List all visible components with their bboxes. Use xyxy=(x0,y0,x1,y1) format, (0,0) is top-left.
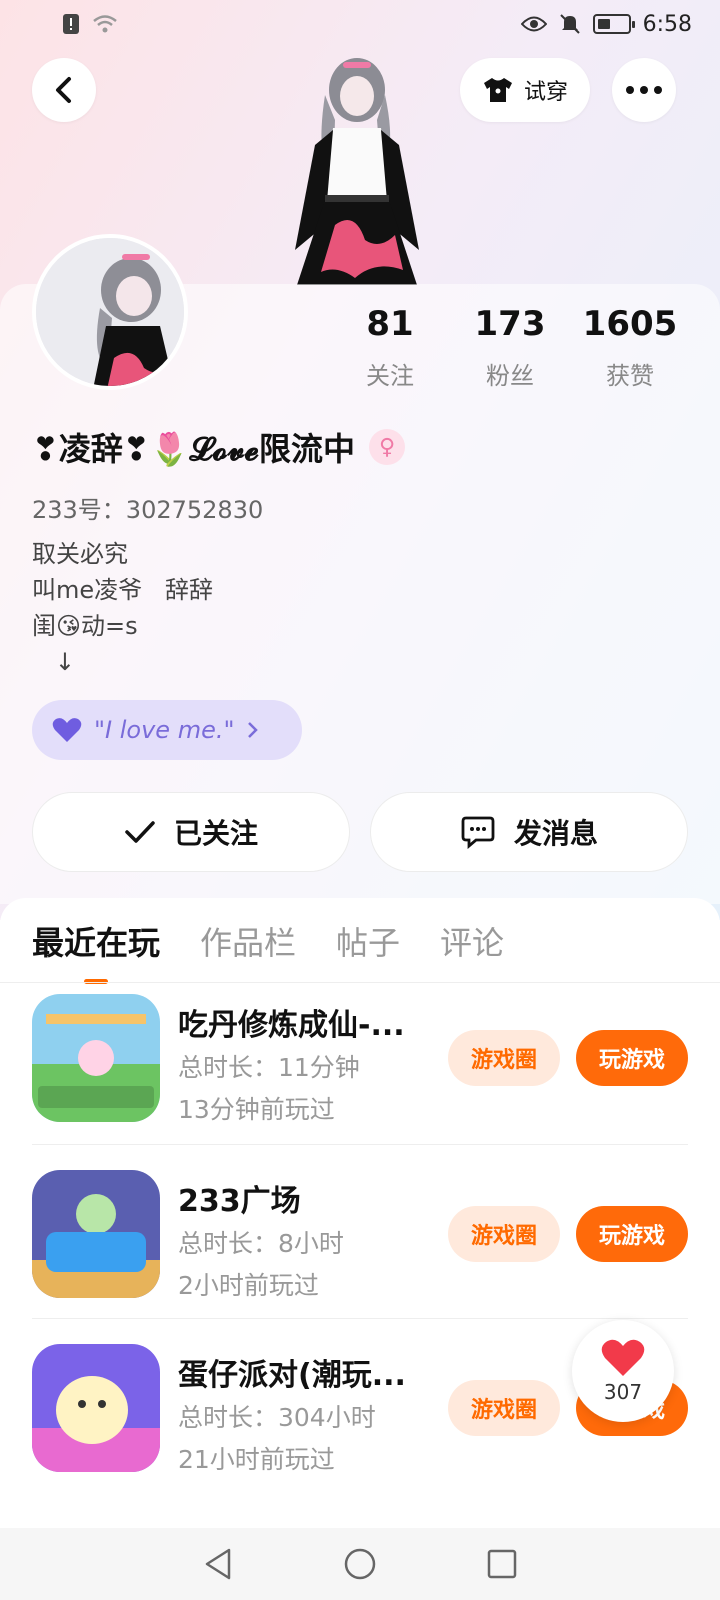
bio-line: ↓ xyxy=(32,648,75,676)
chevron-right-icon xyxy=(247,722,258,738)
heart-icon xyxy=(601,1339,645,1376)
nav-back-icon[interactable] xyxy=(203,1547,233,1581)
stat-value: 1605 xyxy=(582,304,678,344)
send-message-label: 发消息 xyxy=(513,817,598,850)
stat-label: 关注 xyxy=(366,362,414,390)
signature-text: "I love me." xyxy=(94,716,235,744)
status-bar: 6:58 xyxy=(0,0,720,48)
chevron-left-icon xyxy=(56,77,71,103)
tab-posts[interactable]: 帖子 xyxy=(336,918,400,984)
try-on-label: 试穿 xyxy=(524,80,569,105)
game-circle-button[interactable]: 游戏圈 xyxy=(448,1380,560,1436)
try-on-button[interactable]: 试穿 xyxy=(460,58,591,122)
list-item[interactable]: 吃丹修炼成仙-... 总时长：11分钟 13分钟前玩过 游戏圈 玩游戏 xyxy=(32,994,688,1144)
profile-tabs: 最近在玩 作品栏 帖子 评论 xyxy=(32,918,504,984)
heart-icon xyxy=(52,718,82,742)
tab-label: 最近在玩 xyxy=(32,924,161,962)
tab-divider xyxy=(0,982,720,983)
row-divider xyxy=(32,1318,688,1319)
stat-followers[interactable]: 173 粉丝 xyxy=(450,304,570,391)
game-duration: 总时长：11分钟 xyxy=(178,1053,360,1082)
play-game-button[interactable]: 玩游戏 xyxy=(576,1206,688,1262)
game-duration: 总时长：304小时 xyxy=(178,1403,376,1432)
game-icon xyxy=(32,1344,160,1472)
stat-value: 81 xyxy=(366,304,414,344)
row-divider xyxy=(32,1144,688,1145)
bio-line: 取关必究 xyxy=(32,540,128,568)
profile-stats: 81 关注 173 粉丝 1605 获赞 xyxy=(330,304,690,391)
back-button[interactable] xyxy=(32,58,96,122)
nickname: ❣凌辞❣🌷𝓛𝓸𝓿𝓮限流中 xyxy=(32,430,356,468)
alert-icon xyxy=(62,13,80,35)
chat-bubble-icon xyxy=(461,816,495,849)
game-title: 蛋仔派对(潮玩... xyxy=(178,1358,406,1393)
stat-value: 173 xyxy=(474,304,546,344)
mute-notification-icon xyxy=(559,13,581,35)
more-dots-icon xyxy=(626,86,662,94)
game-title: 233广场 xyxy=(178,1184,301,1219)
game-icon xyxy=(32,994,160,1122)
stat-likes[interactable]: 1605 获赞 xyxy=(570,304,690,391)
profile-nickname-row: ❣凌辞❣🌷𝓛𝓸𝓿𝓮限流中 ♀ xyxy=(32,424,406,470)
system-navigation-bar xyxy=(0,1528,720,1600)
user-id: 233号：302752830 xyxy=(32,496,264,524)
avatar[interactable] xyxy=(32,234,188,390)
bio-line: 闺😘动=s xyxy=(32,612,138,640)
stat-following[interactable]: 81 关注 xyxy=(330,304,450,391)
like-floating-button[interactable]: 307 xyxy=(572,1320,674,1422)
nav-recents-icon[interactable] xyxy=(487,1549,517,1579)
game-icon xyxy=(32,1170,160,1298)
game-duration: 总时长：8小时 xyxy=(178,1229,344,1258)
followed-label: 已关注 xyxy=(173,817,258,850)
like-count: 307 xyxy=(603,1380,643,1404)
game-circle-button[interactable]: 游戏圈 xyxy=(448,1206,560,1262)
game-last-played: 2小时前玩过 xyxy=(178,1271,319,1300)
bio-line: 叫me凌爷 辞辞 xyxy=(32,576,214,604)
tab-label: 评论 xyxy=(440,924,505,962)
female-gender-icon: ♀ xyxy=(369,429,406,465)
send-message-button[interactable]: 发消息 xyxy=(370,792,688,872)
game-last-played: 21小时前玩过 xyxy=(178,1445,335,1474)
avatar-character-figure xyxy=(285,50,435,285)
list-item[interactable]: 233广场 总时长：8小时 2小时前玩过 游戏圈 玩游戏 xyxy=(32,1170,688,1320)
signature-tag[interactable]: "I love me." xyxy=(32,700,302,760)
tab-label: 帖子 xyxy=(336,924,401,962)
tab-label: 作品栏 xyxy=(200,924,297,962)
game-title: 吃丹修炼成仙-... xyxy=(178,1008,405,1043)
followed-button[interactable]: 已关注 xyxy=(32,792,350,872)
checkmark-icon xyxy=(125,821,155,843)
stat-label: 粉丝 xyxy=(486,362,534,390)
tab-works[interactable]: 作品栏 xyxy=(200,918,296,984)
bio: 取关必究 叫me凌爷 辞辞 闺😘动=s ↓ xyxy=(32,536,213,680)
wifi-icon xyxy=(92,14,118,34)
game-last-played: 13分钟前玩过 xyxy=(178,1095,335,1124)
shirt-icon xyxy=(484,78,512,102)
status-time: 6:58 xyxy=(642,11,692,37)
battery-icon xyxy=(592,14,635,34)
stat-label: 获赞 xyxy=(606,362,654,390)
nav-home-icon[interactable] xyxy=(343,1547,377,1581)
eye-icon xyxy=(520,15,547,33)
more-button[interactable] xyxy=(612,58,676,122)
play-game-button[interactable]: 玩游戏 xyxy=(576,1030,688,1086)
tab-comments[interactable]: 评论 xyxy=(440,918,504,984)
game-circle-button[interactable]: 游戏圈 xyxy=(448,1030,560,1086)
tab-recently-played[interactable]: 最近在玩 xyxy=(32,918,160,984)
